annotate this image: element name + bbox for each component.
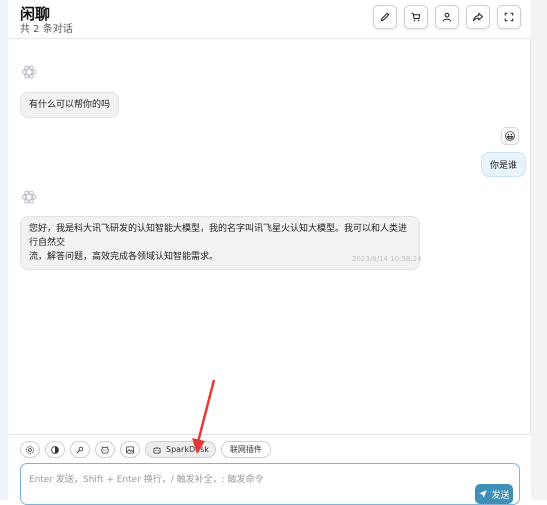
- settings-button[interactable]: [20, 441, 40, 458]
- assistant-message: 有什么可以帮你的吗: [20, 92, 120, 118]
- send-label: 发送: [491, 490, 510, 501]
- edit-button[interactable]: [373, 5, 397, 29]
- mask-button[interactable]: [95, 441, 115, 458]
- share-button[interactable]: [466, 5, 490, 29]
- share-icon: [473, 12, 483, 22]
- user-button[interactable]: [435, 5, 459, 29]
- scrollbar[interactable]: [530, 0, 547, 500]
- send-button[interactable]: 发送: [475, 484, 513, 504]
- user-icon: [442, 12, 452, 22]
- robot-icon: [153, 446, 161, 454]
- fullscreen-button[interactable]: [497, 5, 521, 29]
- model-selector-button[interactable]: SparkDesk: [145, 441, 216, 458]
- edit-icon: [380, 12, 390, 22]
- model-label: SparkDesk: [166, 445, 209, 454]
- user-avatar: 😀: [501, 127, 519, 145]
- message-input[interactable]: Enter 发送，Shift + Enter 换行，/ 触发补全，: 触发命令 …: [20, 463, 520, 505]
- message-line: 您好，我是科大讯飞研发的认知智能大模型，我的名字叫讯飞星火认知大模型。我可以和人…: [29, 224, 408, 248]
- cart-icon: [411, 12, 421, 22]
- input-actions: SparkDesk 联网插件: [20, 441, 271, 458]
- fullscreen-icon: [504, 12, 514, 22]
- chat-subtitle: 共 2 条对话: [20, 24, 73, 35]
- header-toolbar: [373, 5, 521, 29]
- user-message: 你是谁: [481, 152, 527, 177]
- input-area: SparkDesk 联网插件 Enter 发送，Shift + Enter 换行…: [8, 434, 531, 505]
- cart-button[interactable]: [404, 5, 428, 29]
- mask-icon: [101, 445, 109, 454]
- prompt-icon: [76, 446, 84, 453]
- plugin-button[interactable]: 联网插件: [220, 441, 271, 458]
- send-icon: [479, 490, 488, 498]
- chat-header: 闲聊 共 2 条对话: [8, 0, 531, 39]
- image-icon: [126, 445, 134, 454]
- assistant-avatar-icon: [21, 190, 37, 204]
- input-placeholder: Enter 发送，Shift + Enter 换行，/ 触发补全，: 触发命令: [29, 475, 264, 485]
- left-panel-edge: [0, 0, 8, 500]
- message-timestamp: 2023/8/14 10:58:24: [352, 255, 422, 263]
- image-button[interactable]: [120, 441, 140, 458]
- prompt-button[interactable]: [70, 441, 90, 458]
- message-list: 有什么可以帮你的吗 😀 你是谁 您好，我是科大讯飞研发的认知智能大模型，我的名字…: [8, 39, 531, 434]
- assistant-avatar-icon: [21, 65, 37, 79]
- theme-button[interactable]: [45, 441, 65, 458]
- settings-icon: [26, 445, 34, 454]
- theme-icon: [51, 445, 59, 454]
